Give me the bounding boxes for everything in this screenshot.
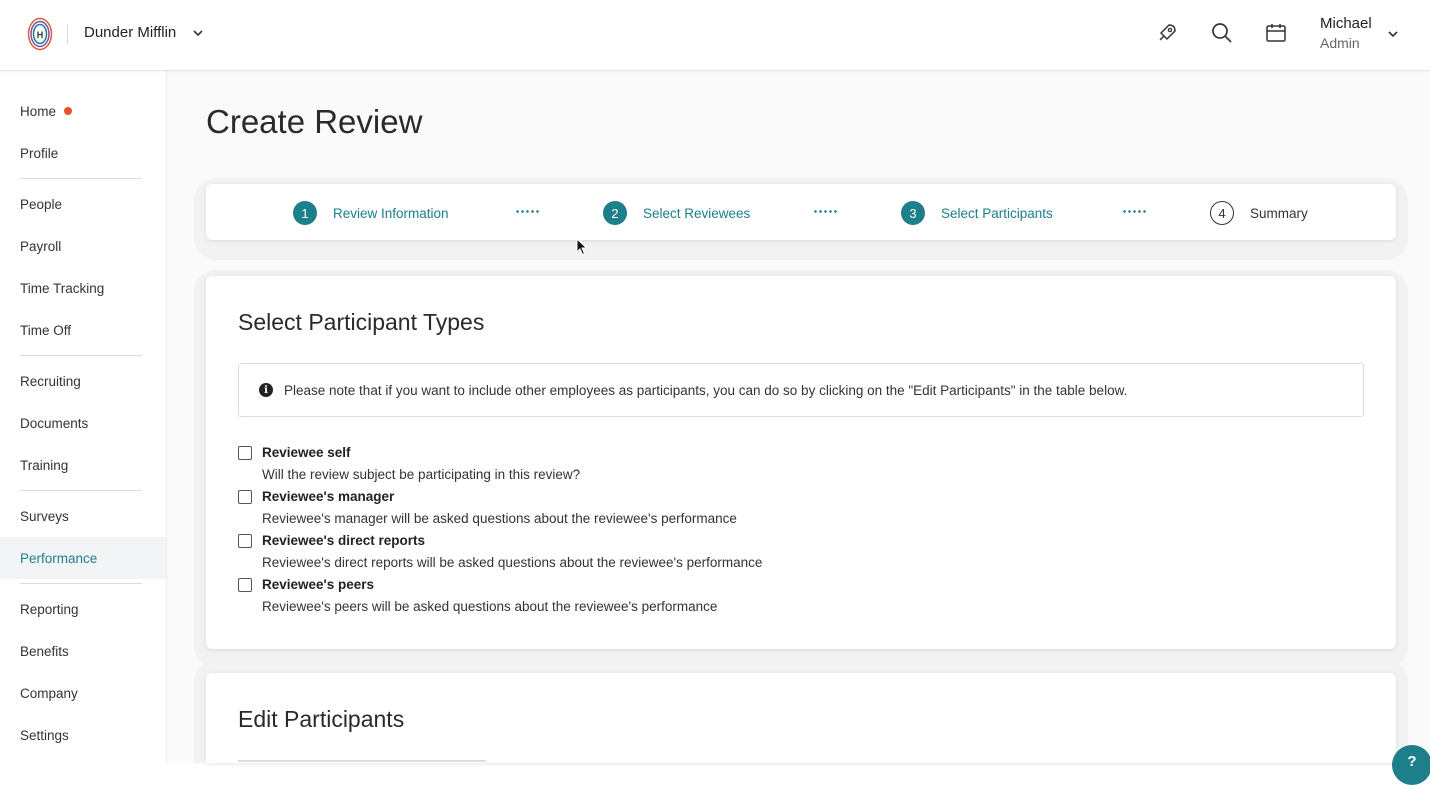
step-label: Select Reviewees (643, 205, 751, 221)
sidebar-item-label: Performance (20, 550, 98, 566)
rocket-icon[interactable] (1155, 21, 1179, 45)
sidebar-divider (20, 490, 142, 491)
logo-icon[interactable]: H (27, 17, 53, 51)
section-title: Select Participant Types (238, 309, 485, 335)
help-button[interactable]: ? (1392, 745, 1430, 785)
sidebar-item-label: Benefits (20, 643, 69, 659)
option-title: Reviewee's peers (262, 577, 375, 592)
step-number: 4 (1210, 201, 1234, 225)
chevron-down-icon (193, 29, 203, 36)
sidebar-item-label: Time Off (20, 322, 72, 338)
page-title: Create Review (206, 103, 423, 140)
sidebar-item-settings[interactable]: Settings (0, 714, 166, 756)
sidebar-divider (20, 178, 142, 179)
sidebar-item-label: Payroll (20, 238, 62, 254)
sidebar-item-performance[interactable]: Performance (0, 537, 166, 579)
header-divider (67, 24, 68, 44)
step-label: Summary (1250, 205, 1308, 221)
sidebar-divider (20, 355, 142, 356)
step-connector (515, 210, 539, 213)
sidebar-item-label: Time Tracking (20, 280, 105, 296)
sidebar-item-label: Company (20, 685, 78, 701)
option-title: Reviewee self (262, 445, 351, 460)
option-title: Reviewee's manager (262, 489, 395, 504)
sidebar-item-label: Profile (20, 145, 59, 161)
sidebar-item-label: Reporting (20, 601, 79, 617)
info-text: Please note that if you want to include … (284, 382, 1128, 398)
option-description: Will the review subject be participating… (262, 467, 581, 482)
step-label: Select Participants (941, 205, 1053, 221)
sidebar-item-recruiting[interactable]: Recruiting (0, 360, 166, 402)
sidebar-item-profile[interactable]: Profile (0, 132, 166, 174)
sidebar-item-payroll[interactable]: Payroll (0, 225, 166, 267)
sidebar-divider (20, 583, 142, 584)
reviewee-manager-checkbox[interactable] (238, 490, 252, 504)
sidebar-item-reporting[interactable]: Reporting (0, 588, 166, 630)
step-select-reviewees[interactable]: 2 Select Reviewees (603, 201, 750, 225)
company-name: Dunder Mifflin (84, 24, 177, 41)
mouse-cursor-icon (576, 238, 588, 256)
user-name: Michael (1320, 15, 1372, 32)
step-number: 3 (901, 201, 925, 225)
sidebar-item-company[interactable]: Company (0, 672, 166, 714)
sidebar-item-label: Surveys (20, 508, 69, 524)
chevron-down-icon[interactable] (1387, 28, 1399, 40)
step-number: 1 (293, 201, 317, 225)
sidebar-item-training[interactable]: Training (0, 444, 166, 486)
company-switcher[interactable]: Dunder Mifflin (84, 24, 204, 41)
step-number: 2 (603, 201, 627, 225)
step-select-participants[interactable]: 3 Select Participants (901, 201, 1053, 225)
reviewee-peers-checkbox[interactable] (238, 578, 252, 592)
sidebar-item-label: Settings (20, 727, 69, 743)
sidebar-item-label: People (20, 196, 63, 212)
info-banner: i Please note that if you want to includ… (238, 363, 1364, 417)
calendar-icon[interactable] (1264, 21, 1288, 45)
svg-text:H: H (37, 30, 44, 40)
sidebar-item-documents[interactable]: Documents (0, 402, 166, 444)
reviewee-self-checkbox[interactable] (238, 446, 252, 460)
search-icon[interactable] (1210, 21, 1234, 45)
sidebar-item-surveys[interactable]: Surveys (0, 495, 166, 537)
sidebar-item-label: Recruiting (20, 373, 81, 389)
search-input[interactable] (238, 760, 486, 762)
reviewee-direct-reports-checkbox[interactable] (238, 534, 252, 548)
section-title: Edit Participants (238, 706, 405, 732)
option-description: Reviewee's direct reports will be asked … (262, 555, 763, 570)
sidebar-item-time-tracking[interactable]: Time Tracking (0, 267, 166, 309)
step-summary[interactable]: 4 Summary (1210, 201, 1308, 225)
user-menu[interactable]: Michael Admin (1320, 15, 1372, 51)
sidebar-item-label: Home (20, 103, 57, 119)
top-bar: H Dunder Mifflin Michael Admin (0, 0, 1430, 71)
option-title: Reviewee's direct reports (262, 533, 426, 548)
step-label: Review Information (333, 205, 449, 221)
step-connector (813, 210, 837, 213)
step-connector (1122, 210, 1146, 213)
sidebar-item-home[interactable]: Home (0, 90, 166, 132)
sidebar-item-time-off[interactable]: Time Off (0, 309, 166, 351)
sidebar-item-benefits[interactable]: Benefits (0, 630, 166, 672)
option-description: Reviewee's manager will be asked questio… (262, 511, 737, 526)
sidebar-item-label: Training (20, 457, 69, 473)
notification-dot (64, 107, 73, 115)
sidebar-item-label: Documents (20, 415, 89, 431)
sidebar-item-people[interactable]: People (0, 183, 166, 225)
step-review-information[interactable]: 1 Review Information (293, 201, 449, 225)
info-icon: i (259, 383, 273, 397)
option-description: Reviewee's peers will be asked questions… (262, 599, 718, 614)
user-role: Admin (1320, 35, 1360, 51)
